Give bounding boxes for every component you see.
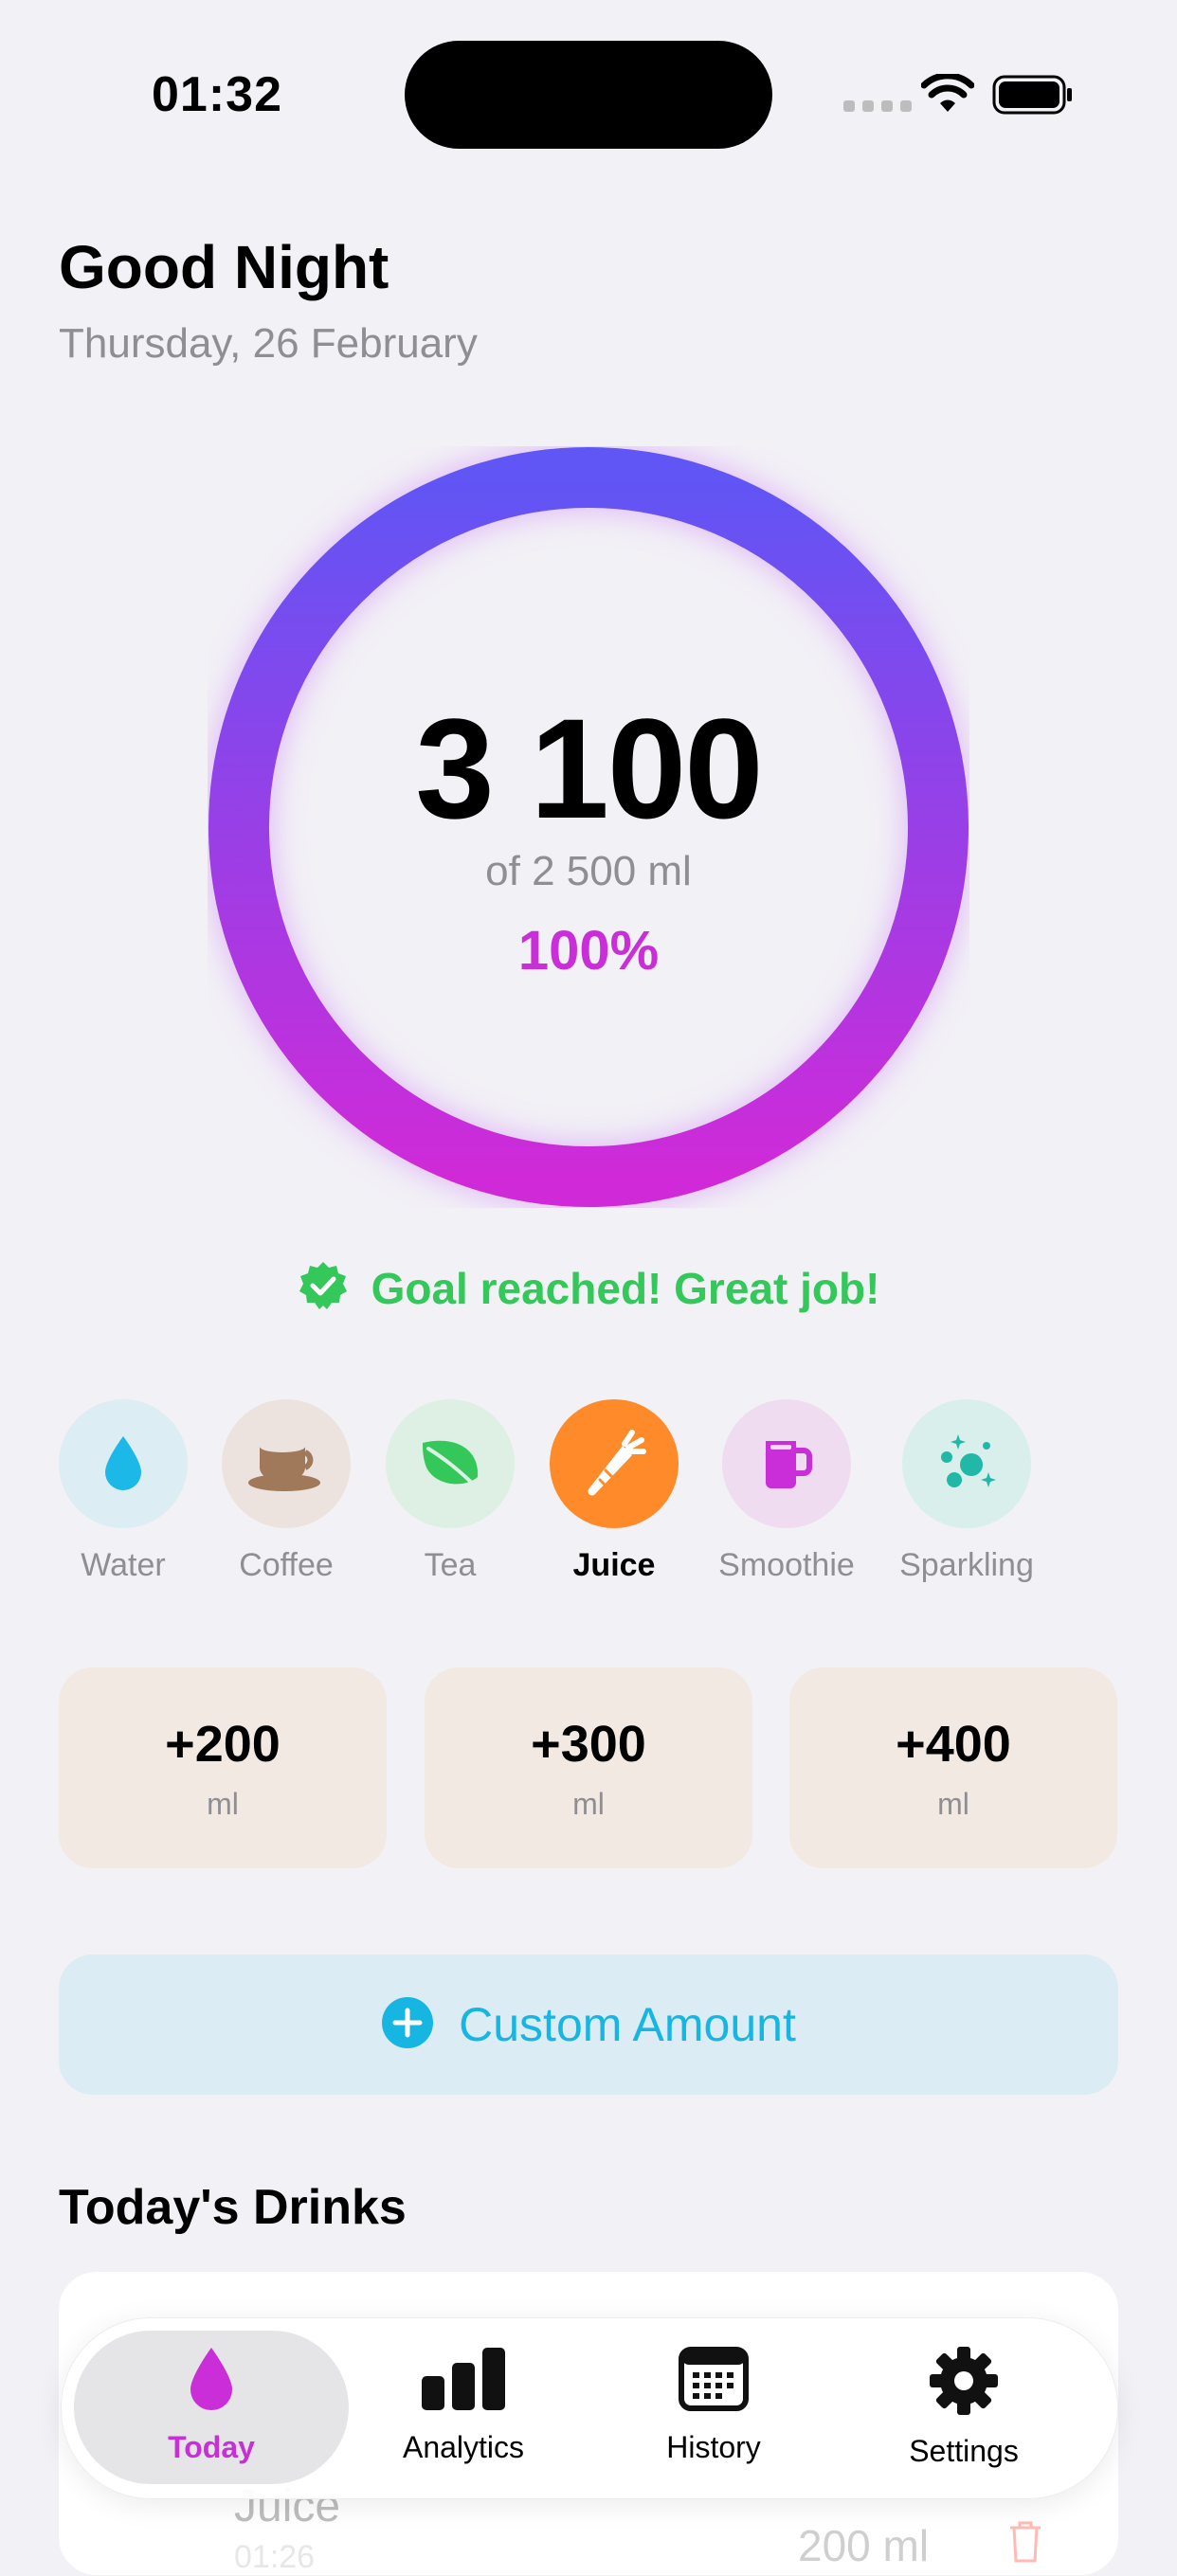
todays-drinks-title: Today's Drinks [59, 2180, 407, 2235]
bubbles-icon [902, 1399, 1031, 1528]
drink-entry-time: 01:26 [234, 2539, 316, 2575]
tab-label: History [666, 2430, 761, 2464]
coffee-cup-icon [222, 1399, 351, 1528]
drink-type-label: Sparkling [899, 1547, 1034, 1583]
gear-icon [929, 2346, 999, 2421]
daily-goal: of 2 500 ml [485, 848, 692, 894]
leaf-icon [386, 1399, 515, 1528]
goal-reached-message: Goal reached! Great job! [0, 1260, 1177, 1316]
tab-label: Settings [909, 2434, 1019, 2468]
tab-analytics[interactable]: Analytics [350, 2346, 577, 2465]
dynamic-island [405, 41, 772, 149]
drink-type-label: Coffee [239, 1547, 334, 1583]
tab-today[interactable]: Today [98, 2346, 325, 2465]
drink-type-label: Water [81, 1547, 166, 1583]
quick-add-value: +400 [896, 1715, 1011, 1773]
drop-icon [187, 2346, 236, 2417]
water-drop-icon [59, 1399, 188, 1528]
drink-type-sparkling[interactable]: Sparkling [881, 1399, 1052, 1584]
goal-reached-text: Goal reached! Great job! [371, 1263, 880, 1313]
tab-label: Analytics [402, 2430, 525, 2464]
progress-percent: 100% [517, 920, 660, 982]
current-date: Thursday, 26 February [59, 320, 478, 367]
drink-type-label: Juice [572, 1547, 656, 1583]
drink-type-label: Smoothie [718, 1547, 855, 1583]
mug-icon [722, 1399, 851, 1528]
tab-label: Today [168, 2430, 255, 2464]
drink-type-label: Tea [424, 1547, 477, 1583]
cellular-signal-icon [843, 100, 912, 112]
check-seal-icon [298, 1260, 349, 1316]
calendar-icon [678, 2346, 750, 2417]
quick-add-unit: ml [572, 1786, 605, 1821]
quick-add-value: +300 [531, 1715, 646, 1773]
quick-add-unit: ml [207, 1786, 239, 1821]
quick-add-300-button[interactable]: +300 ml [425, 1667, 752, 1868]
greeting-title: Good Night [59, 233, 389, 301]
trash-icon[interactable] [1006, 2520, 1044, 2568]
bar-chart-icon [420, 2346, 507, 2417]
tab-history[interactable]: History [600, 2346, 827, 2465]
drink-type-smoothie[interactable]: Smoothie [701, 1399, 872, 1584]
tab-settings[interactable]: Settings [850, 2346, 1077, 2469]
custom-amount-button[interactable]: Custom Amount [59, 1955, 1118, 2095]
battery-icon [992, 74, 1074, 120]
drink-type-juice[interactable]: Juice [529, 1399, 699, 1584]
quick-add-value: +200 [165, 1715, 281, 1773]
custom-amount-label: Custom Amount [459, 1998, 796, 2051]
quick-add-200-button[interactable]: +200 ml [59, 1667, 387, 1868]
quick-add-400-button[interactable]: +400 ml [789, 1667, 1117, 1868]
quick-add-unit: ml [937, 1786, 969, 1821]
drink-entry-amount: 200 ml [798, 2521, 930, 2570]
carrot-icon [550, 1399, 679, 1528]
plus-circle-icon [381, 1996, 434, 2054]
wifi-icon [920, 72, 975, 118]
drink-type-water[interactable]: Water [38, 1399, 208, 1584]
status-time: 01:32 [152, 67, 282, 122]
drink-type-tea[interactable]: Tea [365, 1399, 535, 1584]
total-intake: 3 100 [415, 689, 763, 848]
drink-type-coffee[interactable]: Coffee [201, 1399, 371, 1584]
